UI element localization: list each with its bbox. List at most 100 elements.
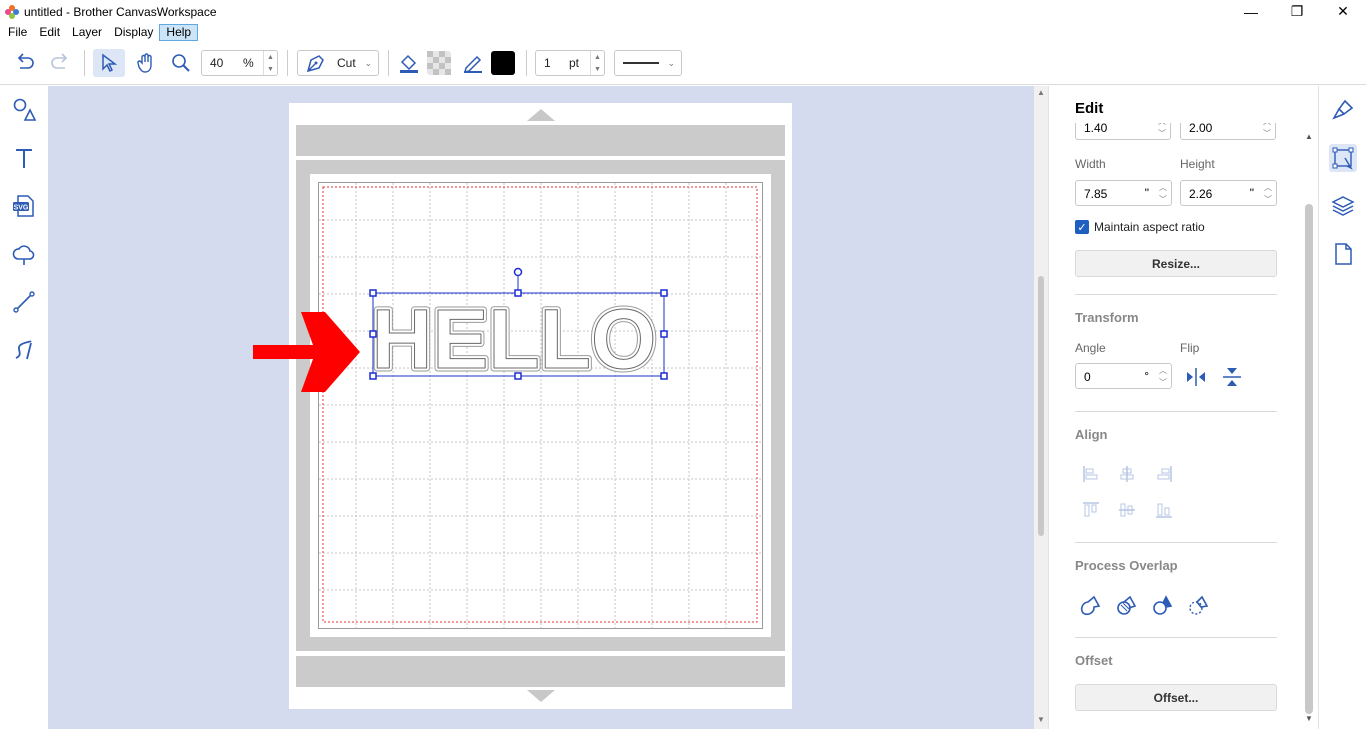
cut-draw-mode-select[interactable]: Cut ⌄: [297, 50, 379, 76]
line-color-button[interactable]: [460, 49, 486, 77]
panel-scroll-thumb[interactable]: [1305, 204, 1313, 714]
left-tool-strip: SVG: [0, 86, 48, 729]
width-field[interactable]: 7.85 " ︿ ﹀: [1075, 180, 1172, 206]
cutting-mat: [289, 103, 792, 709]
resize-handle-ne[interactable]: [660, 289, 668, 297]
mat-inner: [310, 174, 771, 637]
red-arrow-annotation: [253, 312, 360, 392]
align-center-button[interactable]: [1113, 460, 1141, 488]
close-button[interactable]: ✕: [1320, 0, 1366, 23]
group-overlap-button[interactable]: [1113, 591, 1141, 619]
width-down-icon[interactable]: ﹀: [1155, 193, 1171, 205]
menu-help[interactable]: Help: [159, 24, 199, 41]
scroll-up-icon[interactable]: ▲: [1037, 88, 1045, 97]
resize-handle-s[interactable]: [514, 372, 522, 380]
align-middle-button[interactable]: [1113, 496, 1141, 524]
zoom-up-icon[interactable]: ▲: [264, 51, 277, 63]
scroll-up-arrow-icon[interactable]: [527, 109, 555, 121]
edit-tab[interactable]: [1329, 144, 1357, 172]
align-top-button[interactable]: [1077, 496, 1105, 524]
page-tab[interactable]: [1329, 240, 1357, 268]
patterns-tool-button[interactable]: [10, 240, 38, 268]
angle-field[interactable]: 0 ° ︿ ﹀: [1075, 363, 1172, 389]
svg-file-icon: SVG: [13, 195, 34, 217]
height-field[interactable]: 2.26 " ︿ ﹀: [1180, 180, 1277, 206]
toolbar-separator: [287, 50, 288, 76]
resize-handle-se[interactable]: [660, 372, 668, 380]
flip-horizontal-button[interactable]: [1182, 363, 1210, 391]
line-style-select[interactable]: ⌄: [614, 50, 682, 76]
resize-button[interactable]: Resize...: [1075, 250, 1277, 277]
hand-tool-button[interactable]: [130, 49, 162, 77]
rotate-handle[interactable]: [513, 267, 523, 277]
scroll-down-arrow-icon[interactable]: [527, 690, 555, 702]
y-position-field[interactable]: 2.00 ︿﹀: [1180, 123, 1276, 140]
align-right-button[interactable]: [1150, 460, 1178, 488]
x-position-field[interactable]: 1.40 ︿﹀: [1075, 123, 1171, 140]
weld-button[interactable]: [1077, 591, 1105, 619]
resize-handle-sw[interactable]: [369, 372, 377, 380]
svg-import-button[interactable]: SVG: [10, 192, 38, 220]
angle-value: 0: [1084, 370, 1091, 384]
divide-overlap-button[interactable]: [1185, 591, 1213, 619]
exclude-overlap-icon: [1153, 595, 1173, 615]
angle-down-icon[interactable]: ﹀: [1155, 376, 1171, 388]
menu-display[interactable]: Display: [108, 24, 159, 41]
scroll-down-icon[interactable]: ▼: [1037, 715, 1045, 724]
line-tool-button[interactable]: [10, 288, 38, 316]
minimize-button[interactable]: —: [1228, 0, 1274, 23]
fill-color-button[interactable]: [396, 49, 422, 77]
offset-heading: Offset: [1075, 653, 1113, 668]
panel-scrollbar[interactable]: ▲ ▼: [1305, 130, 1313, 726]
menu-file[interactable]: File: [2, 24, 33, 41]
black-swatch: [491, 51, 515, 75]
line-width-up-icon[interactable]: ▲: [591, 51, 604, 63]
menu-edit[interactable]: Edit: [33, 24, 66, 41]
angle-up-icon[interactable]: ︿: [1155, 364, 1171, 376]
text-tool-button[interactable]: [10, 144, 38, 172]
transform-heading: Transform: [1075, 310, 1139, 325]
scroll-thumb[interactable]: [1038, 276, 1044, 536]
zoom-down-icon[interactable]: ▼: [264, 63, 277, 75]
align-bottom-button[interactable]: [1150, 496, 1178, 524]
canvas-vertical-scrollbar[interactable]: ▲ ▼: [1034, 86, 1048, 729]
height-up-icon[interactable]: ︿: [1260, 181, 1276, 193]
resize-handle-e[interactable]: [660, 330, 668, 338]
angle-label: Angle: [1075, 341, 1106, 355]
menu-layer[interactable]: Layer: [66, 24, 108, 41]
resize-handle-w[interactable]: [369, 330, 377, 338]
flip-vertical-button[interactable]: [1218, 363, 1246, 391]
shapes-tool-button[interactable]: [10, 96, 38, 124]
offset-button[interactable]: Offset...: [1075, 684, 1277, 711]
panel-scroll-up-icon[interactable]: ▲: [1305, 132, 1313, 141]
restore-button[interactable]: ❐: [1274, 0, 1320, 23]
resize-handle-n[interactable]: [514, 289, 522, 297]
resize-handle-nw[interactable]: [369, 289, 377, 297]
align-left-button[interactable]: [1077, 460, 1105, 488]
layers-tab[interactable]: [1329, 192, 1357, 220]
divider: [1075, 637, 1277, 638]
hello-text-object[interactable]: HELLO HELLO HELLO: [368, 264, 668, 384]
freehand-tool-button[interactable]: [10, 336, 38, 364]
shapes-icon: [13, 98, 37, 121]
width-up-icon[interactable]: ︿: [1155, 181, 1171, 193]
canvas-area[interactable]: HELLO HELLO HELLO: [48, 86, 1034, 729]
exclude-overlap-button[interactable]: [1149, 591, 1177, 619]
line-width-down-icon[interactable]: ▼: [591, 63, 604, 75]
attributes-tab[interactable]: [1329, 96, 1357, 124]
maintain-aspect-checkbox[interactable]: ✓ Maintain aspect ratio: [1075, 220, 1205, 234]
paint-bucket-icon: [400, 54, 418, 73]
zoom-level-stepper[interactable]: 40 % ▲ ▼: [201, 50, 278, 76]
redo-icon: [51, 53, 68, 69]
fill-transparent-swatch[interactable]: [426, 49, 452, 77]
redo-button[interactable]: [45, 49, 75, 77]
zoom-tool-button[interactable]: [166, 49, 196, 77]
line-width-stepper[interactable]: 1 pt ▲ ▼: [535, 50, 605, 76]
undo-button[interactable]: [10, 49, 40, 77]
layers-icon: [1331, 196, 1355, 216]
app-logo-icon: [5, 4, 19, 19]
height-down-icon[interactable]: ﹀: [1260, 193, 1276, 205]
line-color-swatch[interactable]: [490, 49, 516, 77]
select-tool-button[interactable]: [93, 49, 125, 77]
panel-scroll-down-icon[interactable]: ▼: [1305, 714, 1313, 723]
